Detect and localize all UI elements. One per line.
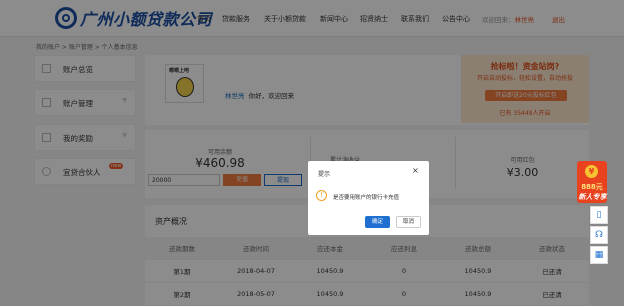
warning-icon: ! <box>316 190 327 201</box>
close-icon[interactable]: × <box>412 166 419 175</box>
dialog-title: 提示 <box>318 171 331 178</box>
qrcode-icon[interactable]: ▦ <box>590 246 608 264</box>
coin-icon: ¥ <box>585 165 598 178</box>
cancel-button[interactable]: 取消 <box>396 216 421 228</box>
modal-overlay[interactable] <box>0 0 624 306</box>
dialog-message: 是否要用账户的银行卡充值 <box>333 195 400 201</box>
promo-label: 新人专享 <box>578 193 607 201</box>
promo-amount: 888元 <box>581 183 603 191</box>
mobile-icon[interactable]: ▯ <box>590 206 608 224</box>
headset-icon[interactable]: ☊ <box>590 226 608 244</box>
confirm-button[interactable]: 确定 <box>365 216 390 228</box>
